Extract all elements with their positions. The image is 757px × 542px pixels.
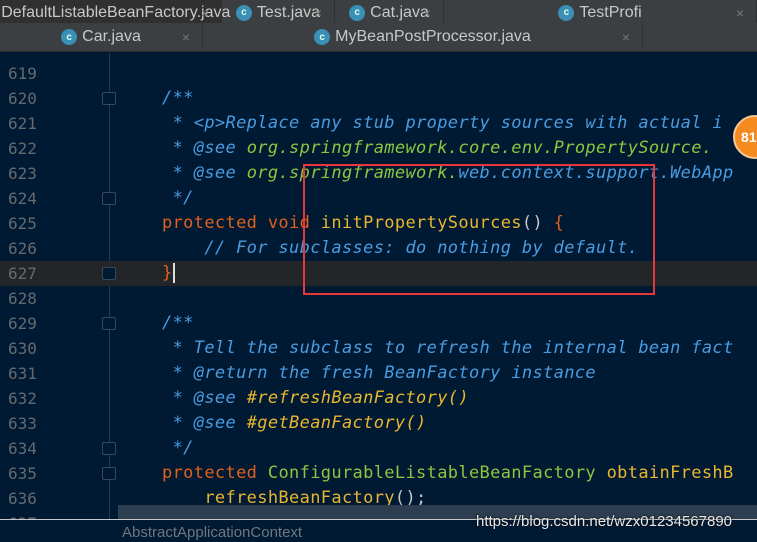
editor-tabs-row-1: cDefaultListableBeanFactory.java×cTest.j…: [0, 0, 757, 25]
code-text: * @see org.springframework.core.env.Prop…: [162, 136, 712, 161]
fold-icon[interactable]: [102, 92, 116, 105]
tab-label: Car.java: [82, 28, 141, 45]
java-class-icon: c: [314, 29, 331, 45]
tab-label: TestProfi: [579, 3, 642, 21]
code-line[interactable]: 635 protected ConfigurableListableBeanFac…: [0, 461, 757, 486]
code-token: #getBeanFactory(): [246, 413, 427, 433]
code-line[interactable]: 621 * <p>Replace any stub property sourc…: [0, 111, 757, 136]
breadcrumb-item[interactable]: AbstractApplicationContext: [122, 524, 302, 541]
code-token: * @see: [162, 388, 247, 408]
code-text: * <p>Replace any stub property sources w…: [162, 111, 723, 136]
highlight-annotation-box: [303, 164, 655, 295]
code-token: ConfigurableListableBeanFactory: [267, 463, 607, 483]
tab-mybeanpostprocessor-java[interactable]: c MyBeanPostProcessor.java ×: [203, 23, 643, 51]
code-text: /**: [162, 311, 194, 336]
java-class-icon: c: [558, 4, 575, 21]
code-token: protected void: [162, 213, 321, 233]
code-token: obtainFreshB: [606, 463, 734, 483]
code-token: * @return the fresh BeanFactory instance: [162, 363, 596, 383]
line-number: 630: [8, 339, 37, 358]
code-token: */: [162, 188, 194, 208]
close-tab-icon[interactable]: ×: [182, 29, 190, 45]
code-text: */: [162, 436, 194, 461]
line-number: 624: [8, 189, 37, 208]
fold-icon[interactable]: [102, 317, 116, 330]
code-text: * @see #refreshBeanFactory(): [162, 386, 469, 411]
code-text: * @see #getBeanFactory(): [162, 411, 427, 436]
code-token: #refreshBeanFactory(): [246, 388, 469, 408]
line-number: 622: [8, 139, 37, 158]
code-token: * @see: [162, 138, 247, 158]
code-text: protected ConfigurableListableBeanFactor…: [162, 461, 734, 486]
line-number: 626: [8, 239, 37, 258]
code-text: * Tell the subclass to refresh the inter…: [162, 336, 734, 361]
code-token: * <p>Replace any stub property sources w…: [162, 113, 723, 133]
close-tab-icon[interactable]: ×: [423, 5, 431, 21]
tab-defaultlistablebeanfactory-java[interactable]: cDefaultListableBeanFactory.java×: [0, 0, 230, 25]
code-token: * Tell the subclass to refresh the inter…: [162, 338, 734, 358]
code-line[interactable]: 629 /**: [0, 311, 757, 336]
close-tab-icon[interactable]: ×: [314, 5, 322, 21]
line-number: 623: [8, 164, 37, 183]
code-line[interactable]: 622 * @see org.springframework.core.env.…: [0, 136, 757, 161]
code-line[interactable]: 632 * @see #refreshBeanFactory(): [0, 386, 757, 411]
tab-test-java[interactable]: c Test.java ×: [222, 0, 335, 25]
tab-label: MyBeanPostProcessor.java: [335, 28, 531, 45]
line-number: 619: [8, 64, 37, 83]
java-class-icon: c: [235, 4, 252, 21]
code-text: /**: [162, 86, 194, 111]
code-token: protected: [162, 463, 268, 483]
tab-cat-java[interactable]: c Cat.java ×: [335, 0, 444, 25]
text-caret: [172, 263, 175, 283]
fold-icon[interactable]: [102, 192, 116, 205]
tab-label: Cat.java: [370, 3, 429, 21]
java-class-icon: c: [61, 29, 78, 45]
close-tab-icon[interactable]: ×: [736, 5, 744, 21]
code-token: */: [162, 438, 194, 458]
code-line[interactable]: 633 * @see #getBeanFactory(): [0, 411, 757, 436]
code-line[interactable]: 630 * Tell the subclass to refresh the i…: [0, 336, 757, 361]
java-class-icon: c: [349, 4, 366, 21]
code-text: */: [162, 186, 194, 211]
code-token: * @see: [162, 413, 247, 433]
code-line[interactable]: 619: [0, 61, 757, 86]
code-token: org.springframework.core.env.PropertySou…: [246, 138, 713, 158]
line-number: 633: [8, 414, 37, 433]
line-number: 636: [8, 489, 37, 508]
tab-testprofi[interactable]: c TestProfi ×: [444, 0, 757, 25]
code-line[interactable]: 631 * @return the fresh BeanFactory inst…: [0, 361, 757, 386]
line-number: 621: [8, 114, 37, 133]
watermark: https://blog.csdn.net/wzx01234567890: [476, 513, 733, 530]
close-tab-icon[interactable]: ×: [622, 29, 630, 45]
fold-icon[interactable]: [102, 467, 116, 480]
line-number: 635: [8, 464, 37, 483]
line-number: 620: [8, 89, 37, 108]
tab-label: Test.java: [256, 3, 321, 21]
code-token: }: [162, 263, 173, 283]
line-number: 632: [8, 389, 37, 408]
editor-tabs-row-2: c Car.java × c MyBeanPostProcessor.java ×: [0, 23, 757, 52]
code-token: /**: [162, 88, 194, 108]
fold-icon[interactable]: [102, 267, 116, 280]
line-number: 631: [8, 364, 37, 383]
tab-car-java[interactable]: c Car.java ×: [0, 23, 203, 51]
line-number: 625: [8, 214, 37, 233]
tab-label: DefaultListableBeanFactory.java: [1, 3, 231, 21]
line-number: 634: [8, 439, 37, 458]
line-number: 627: [8, 264, 37, 283]
close-tab-icon[interactable]: ×: [201, 5, 209, 21]
code-token: /**: [162, 313, 194, 333]
fold-icon[interactable]: [102, 442, 116, 455]
line-number: 629: [8, 314, 37, 333]
code-text: * @return the fresh BeanFactory instance: [162, 361, 596, 386]
code-line[interactable]: 634 */: [0, 436, 757, 461]
code-line[interactable]: 620 /**: [0, 86, 757, 111]
code-text: }: [162, 261, 175, 286]
line-number: 628: [8, 289, 37, 308]
code-token: * @see: [162, 163, 247, 183]
